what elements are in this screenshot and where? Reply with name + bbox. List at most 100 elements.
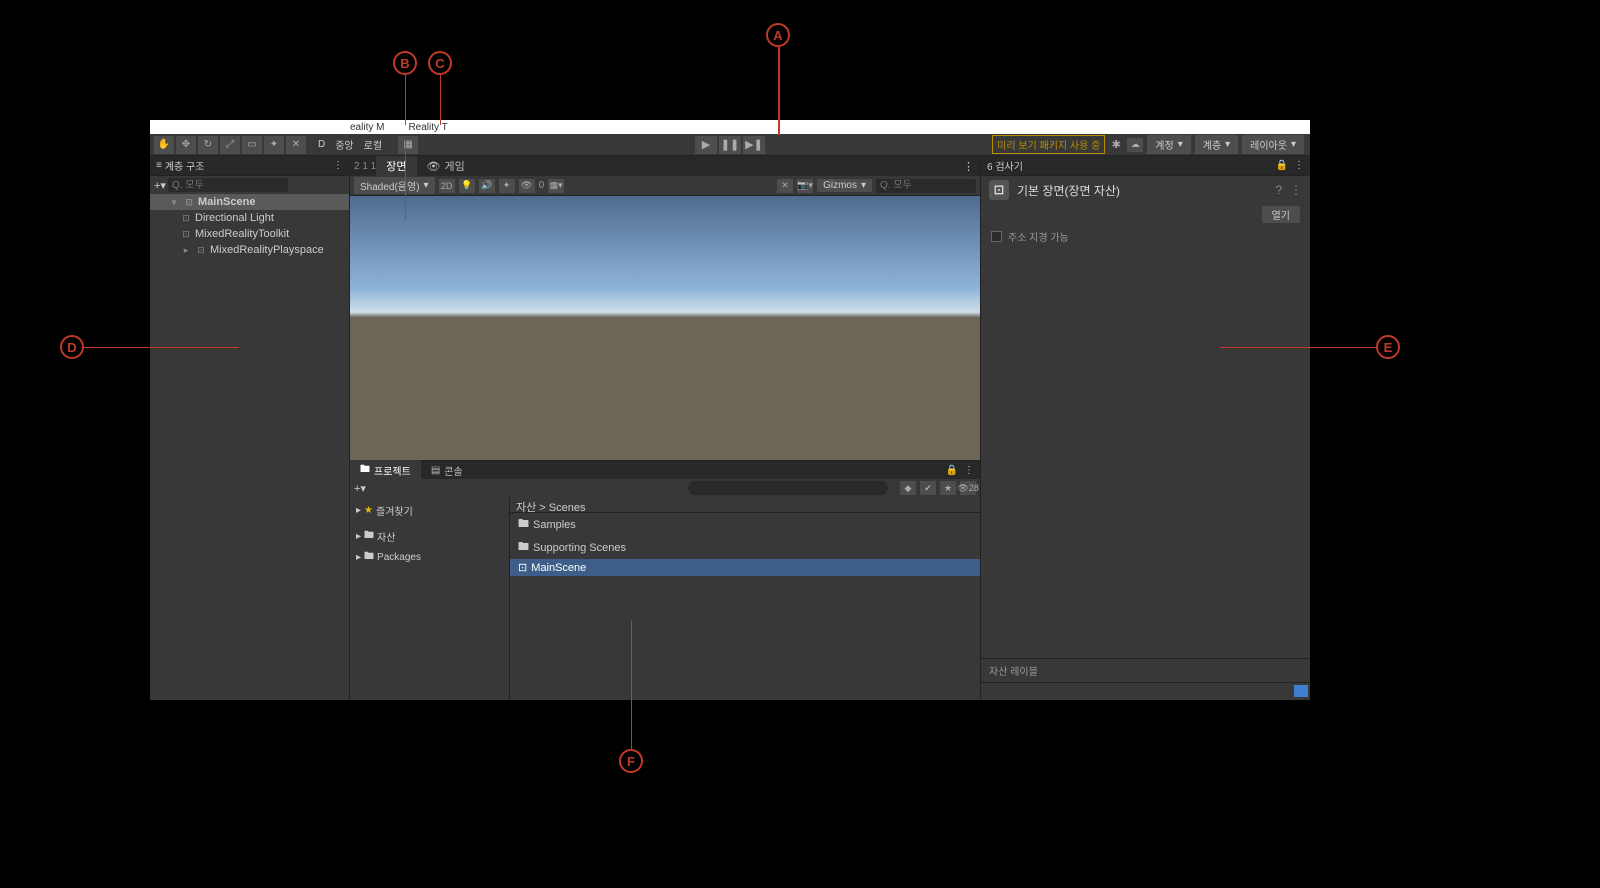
scene-tools-icon[interactable]: ✕ [777, 179, 793, 193]
hierarchy-item[interactable]: ⊡ Directional Light [150, 210, 349, 226]
project-tab[interactable]: 🖿프로젝트 [350, 460, 421, 481]
mode-2d-toggle[interactable]: 2D [439, 179, 455, 193]
addressable-label: 주소 지경 가능 [1008, 229, 1069, 244]
snap-icon[interactable]: ▦ [398, 136, 418, 154]
game-tab[interactable]: 👁게임 [417, 156, 475, 177]
settings-icon[interactable]: ✱ [1109, 136, 1123, 154]
rect-tool-icon[interactable]: ▭ [242, 136, 262, 154]
hand-tool-icon[interactable]: ✋ [154, 136, 174, 154]
menu-bar[interactable]: eality M Reality T [150, 120, 1310, 134]
light-icon: ⊡ [180, 212, 192, 224]
move-tool-icon[interactable]: ✥ [176, 136, 196, 154]
scene-viewport[interactable] [350, 196, 980, 460]
scene-tab-menu-icon[interactable]: ⋮ [963, 160, 980, 173]
inspector-tab[interactable]: 6 검사기 [987, 158, 1023, 173]
scene-tab[interactable]: 장면 [376, 156, 416, 177]
folder-item[interactable]: 🖿Samples [510, 513, 980, 536]
console-tab[interactable]: ▤콘솔 [421, 461, 473, 480]
hierarchy-tab[interactable]: ≡ 계층 구조 [156, 158, 204, 173]
breadcrumb[interactable]: 자산 > Scenes [510, 497, 980, 513]
hidden-toggle-icon[interactable]: 👁 [519, 179, 535, 193]
custom-tool-icon[interactable]: ✕ [286, 136, 306, 154]
folder-item[interactable]: 🖿Supporting Scenes [510, 536, 980, 559]
grid-icon[interactable]: ▦▾ [548, 179, 564, 193]
hierarchy-search[interactable] [168, 178, 288, 192]
pivot-mode[interactable]: 중앙 [335, 137, 353, 152]
file-list: 🖿Samples 🖿Supporting Scenes ⊡MainScene [510, 513, 980, 700]
folder-icon: 🖿 [360, 462, 370, 479]
console-icon: ▤ [431, 465, 440, 476]
camera-icon[interactable]: 📷▾ [797, 179, 813, 193]
project-menu-icon[interactable]: ⋮ [964, 465, 974, 476]
account-dropdown[interactable]: 계정▾ [1147, 135, 1190, 154]
star-icon: ★ [364, 505, 373, 516]
scene-search[interactable] [876, 179, 976, 193]
layers-dropdown[interactable]: 계층▾ [1195, 135, 1238, 154]
lock-icon[interactable]: 🔒 [946, 465, 958, 476]
cloud-icon[interactable]: ☁ [1127, 138, 1143, 152]
project-folder-tree: ▸★즐겨찾기 ▸🖿자산 ▸🖿Packages [350, 497, 510, 700]
expand-arrow-icon[interactable]: ▸ [180, 244, 192, 256]
layout-dropdown[interactable]: 레이아웃▾ [1242, 135, 1304, 154]
lock-icon[interactable]: 🔒 [1276, 160, 1288, 171]
project-search[interactable] [688, 481, 888, 495]
inspector-menu-icon[interactable]: ⋮ [1294, 160, 1304, 171]
callout-a: A [766, 23, 790, 47]
audio-toggle-icon[interactable]: 🔊 [479, 179, 495, 193]
open-button[interactable]: 열기 [1262, 206, 1300, 223]
tag-icon[interactable] [1294, 685, 1308, 697]
playback-controls: ▶ ❚❚ ▶❚ [695, 136, 765, 154]
hierarchy-tree: ▾ ⊡ MainScene ⊡ Directional Light ⊡ Mixe… [150, 194, 349, 700]
callout-d: D [60, 335, 84, 359]
hierarchy-add-icon[interactable]: +▾ [154, 179, 166, 192]
callout-f: F [619, 749, 643, 773]
hierarchy-panel: ≡ 계층 구조 ⋮ +▾ ▾ ⊡ MainScene ⊡ Directional… [150, 156, 350, 700]
assets-folder[interactable]: ▸🖿자산 [350, 526, 509, 547]
main-toolbar: ✋ ✥ ↻ ⤢ ▭ ✦ ✕ D 중앙 로컬 ▦ ▶ ❚❚ ▶❚ 미리 보기 패키… [150, 134, 1310, 156]
inspector-item-menu-icon[interactable]: ⋮ [1290, 183, 1302, 197]
inspector-tab-bar: 6 검사기 🔒 ⋮ [981, 156, 1310, 176]
scene-root-item[interactable]: ▾ ⊡ MainScene [150, 194, 349, 210]
project-add-icon[interactable]: +▾ [354, 482, 366, 495]
folder-icon: 🖿 [518, 538, 529, 557]
hierarchy-item[interactable]: ▸ ⊡ MixedRealityPlayspace [150, 242, 349, 258]
gizmos-dropdown[interactable]: Gizmos▾ [817, 179, 872, 192]
callout-c: C [428, 51, 452, 75]
favorite-filter-icon[interactable]: ✔ [920, 481, 936, 495]
inspector-title: 기본 장면(장면 자산) [1017, 182, 1120, 199]
pause-button[interactable]: ❚❚ [719, 136, 741, 154]
hierarchy-tab-bar: ≡ 계층 구조 ⋮ [150, 156, 349, 176]
inspector-panel: 6 검사기 🔒 ⋮ ⊡ 기본 장면(장면 자산) ? ⋮ 열기 주소 지경 가능… [980, 156, 1310, 700]
menu-text-1: eality M [350, 122, 384, 133]
scene-asset-item[interactable]: ⊡MainScene [510, 559, 980, 576]
asset-labels-section: 자산 레이블 [981, 658, 1310, 682]
addressable-checkbox[interactable] [991, 231, 1002, 242]
play-button[interactable]: ▶ [695, 136, 717, 154]
lighting-toggle-icon[interactable]: 💡 [459, 179, 475, 193]
callout-b: B [393, 51, 417, 75]
folder-icon: 🖿 [364, 549, 374, 566]
unity-scene-icon: ⊡ [183, 196, 195, 208]
preview-badge[interactable]: 미리 보기 패키지 사용 중 [992, 135, 1105, 154]
shaded-dropdown[interactable]: Shaded(음영)▾ [354, 177, 435, 194]
scale-tool-icon[interactable]: ⤢ [220, 136, 240, 154]
coord-mode[interactable]: 로컬 [364, 137, 382, 152]
eye-icon: 👁 [427, 160, 441, 173]
hierarchy-menu-icon[interactable]: ⋮ [333, 160, 343, 171]
favorites-folder[interactable]: ▸★즐겨찾기 [350, 501, 509, 520]
unity-logo-icon: ⊡ [989, 180, 1009, 200]
gameobject-icon: ⊡ [195, 244, 207, 256]
scene-tab-bar: 2 1 1 장면 👁게임 ⋮ [350, 156, 980, 176]
rotate-tool-icon[interactable]: ↻ [198, 136, 218, 154]
packages-folder[interactable]: ▸🖿Packages [350, 547, 509, 568]
scene-view-toolbar: Shaded(음영)▾ 2D 💡 🔊 ✦ 👁 0 ▦▾ ✕ 📷▾ Gizmos▾ [350, 176, 980, 196]
transform-tool-icon[interactable]: ✦ [264, 136, 284, 154]
save-filter-icon[interactable]: ★ [940, 481, 956, 495]
hidden-filter-icon[interactable]: 👁28 [960, 481, 976, 495]
step-button[interactable]: ▶❚ [743, 136, 765, 154]
help-icon[interactable]: ? [1275, 183, 1282, 197]
fx-toggle-icon[interactable]: ✦ [499, 179, 515, 193]
hierarchy-item[interactable]: ⊡ MixedRealityToolkit [150, 226, 349, 242]
project-panel: 🖿프로젝트 ▤콘솔 🔒 ⋮ +▾ ◆ ✔ ★ 👁28 [350, 460, 980, 700]
filter-icon[interactable]: ◆ [900, 481, 916, 495]
